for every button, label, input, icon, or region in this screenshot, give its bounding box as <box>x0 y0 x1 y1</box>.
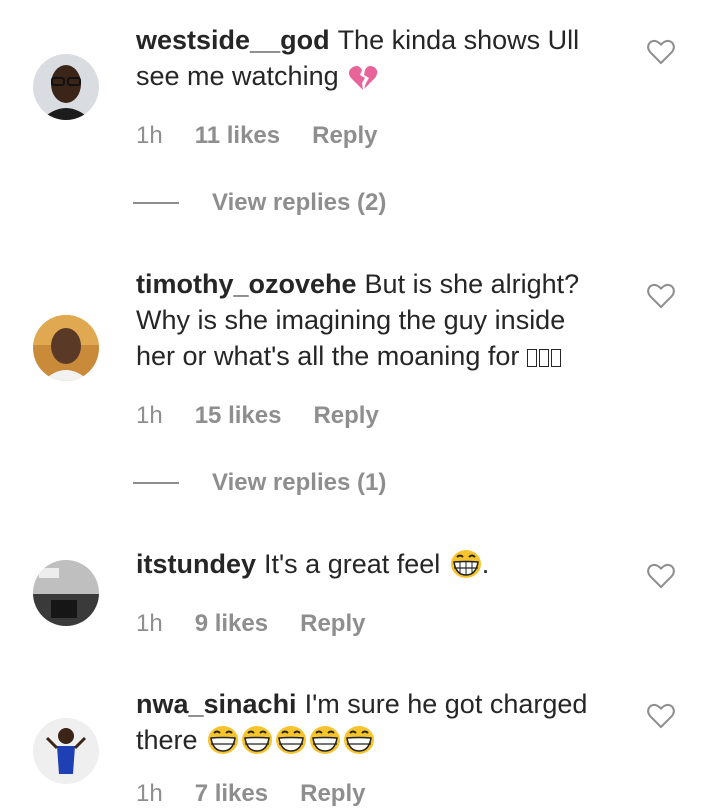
comment-trailing: . <box>481 549 490 579</box>
comment-text: nwa_sinachi I'm sure he got charged there <box>136 686 606 764</box>
comment-text: itstundey It's a great feel . <box>136 546 606 588</box>
reply-button[interactable]: Reply <box>313 402 378 430</box>
comment-username[interactable]: timothy_ozovehe <box>136 269 357 299</box>
reply-button[interactable]: Reply <box>312 122 377 150</box>
avatar[interactable] <box>33 315 99 381</box>
comment-likes[interactable]: 9 likes <box>195 610 268 638</box>
grinning-face-icon <box>207 725 239 764</box>
divider <box>133 202 179 204</box>
comment-time: 1h <box>136 402 163 429</box>
reply-button[interactable]: Reply <box>300 780 365 808</box>
comment-likes[interactable]: 7 likes <box>195 780 268 808</box>
comment-likes[interactable]: 15 likes <box>195 402 282 430</box>
like-heart-icon[interactable] <box>647 283 675 309</box>
comment-meta: 1h 9 likes Reply <box>136 610 397 638</box>
comment-time: 1h <box>136 780 163 807</box>
grinning-face-icon <box>241 725 273 764</box>
comment-text: timothy_ozovehe But is she alright? Why i… <box>136 266 606 374</box>
comment-username[interactable]: nwa_sinachi <box>136 689 297 719</box>
comment-body: It's a great feel <box>264 549 441 579</box>
comment-time: 1h <box>136 610 163 637</box>
comment-meta: 1h 15 likes Reply <box>136 402 411 430</box>
comment-text: westside__god The kinda shows Ull see me … <box>136 22 606 100</box>
comment-meta: 1h 7 likes Reply <box>136 780 397 808</box>
like-heart-icon[interactable] <box>647 39 675 65</box>
comment-username[interactable]: westside__god <box>136 25 330 55</box>
grinning-face-icon <box>275 725 307 764</box>
broken-heart-icon <box>348 64 378 100</box>
view-replies-button[interactable]: View replies (2) <box>133 189 386 217</box>
grinning-face-icon <box>343 725 375 764</box>
comment-time: 1h <box>136 122 163 149</box>
avatar[interactable] <box>33 718 99 784</box>
divider <box>133 482 179 484</box>
comment-likes[interactable]: 11 likes <box>195 122 280 150</box>
comment-username[interactable]: itstundey <box>136 549 256 579</box>
unsupported-emoji-icon <box>526 341 563 371</box>
avatar[interactable] <box>33 54 99 120</box>
view-replies-label: View replies (1) <box>212 469 387 496</box>
grinning-face-icon <box>450 549 482 588</box>
like-heart-icon[interactable] <box>647 563 675 589</box>
grinning-face-icon-group <box>205 725 375 755</box>
reply-button[interactable]: Reply <box>300 610 365 638</box>
view-replies-button[interactable]: View replies (1) <box>133 469 386 497</box>
grinning-face-icon <box>309 725 341 764</box>
view-replies-label: View replies (2) <box>212 189 387 216</box>
avatar[interactable] <box>33 560 99 626</box>
comment-meta: 1h 11 likes Reply <box>136 122 409 150</box>
like-heart-icon[interactable] <box>647 703 675 729</box>
